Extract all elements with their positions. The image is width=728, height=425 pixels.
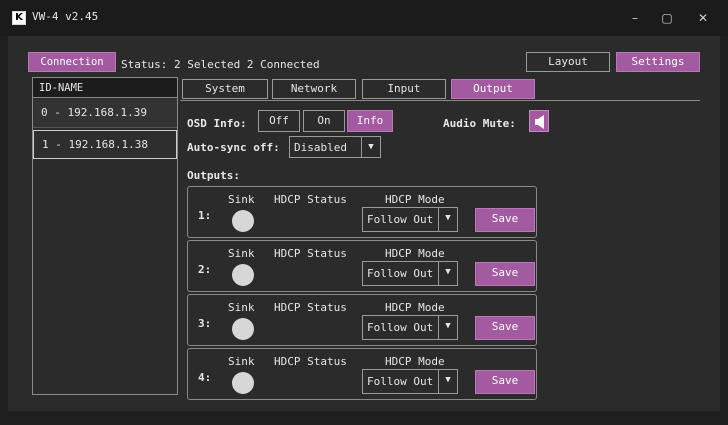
tab-input[interactable]: Input: [362, 79, 446, 99]
tab-divider: [180, 100, 700, 101]
chevron-down-icon: ▼: [438, 208, 457, 231]
device-list: ID-NAME 0 - 192.168.1.39 1 - 192.168.1.3…: [32, 77, 178, 395]
hdcp-mode-value: Follow Out: [367, 213, 434, 226]
hdcp-mode-header: HDCP Mode: [385, 193, 445, 206]
list-item-selected[interactable]: 1 - 192.168.1.38: [33, 130, 177, 159]
save-button[interactable]: Save: [475, 208, 535, 232]
sink-header: Sink: [228, 247, 255, 260]
output-row: Sink HDCP Status HDCP Mode 1: Follow Out…: [187, 186, 537, 238]
auto-sync-label: Auto-sync off:: [187, 141, 280, 154]
save-button[interactable]: Save: [475, 262, 535, 286]
title-bar: [0, 0, 728, 36]
close-button[interactable]: ✕: [688, 8, 718, 28]
list-header: ID-NAME: [33, 78, 177, 98]
hdcp-status-header: HDCP Status: [274, 247, 347, 260]
chevron-down-icon: ▼: [438, 370, 457, 393]
outputs-label: Outputs:: [187, 169, 240, 182]
output-number: 4:: [198, 371, 212, 384]
sink-header: Sink: [228, 193, 255, 206]
speaker-icon: [535, 115, 544, 129]
save-button[interactable]: Save: [475, 316, 535, 340]
minimize-button[interactable]: –: [620, 8, 650, 28]
auto-sync-value: Disabled: [294, 141, 347, 154]
output-row: Sink HDCP Status HDCP Mode 3: Follow Out…: [187, 294, 537, 346]
layout-button[interactable]: Layout: [526, 52, 610, 72]
sink-header: Sink: [228, 301, 255, 314]
hdcp-mode-select[interactable]: Follow Out ▼: [362, 315, 458, 340]
output-number: 2:: [198, 263, 212, 276]
sink-status-indicator: [232, 318, 254, 340]
sink-status-indicator: [232, 264, 254, 286]
hdcp-status-header: HDCP Status: [274, 355, 347, 368]
osd-on-button[interactable]: On: [303, 110, 345, 132]
hdcp-status-header: HDCP Status: [274, 193, 347, 206]
connection-status: Status: 2 Selected 2 Connected: [121, 58, 320, 71]
sink-status-indicator: [232, 372, 254, 394]
audio-mute-label: Audio Mute:: [443, 117, 516, 130]
hdcp-mode-select[interactable]: Follow Out ▼: [362, 369, 458, 394]
sink-status-indicator: [232, 210, 254, 232]
hdcp-mode-value: Follow Out: [367, 267, 434, 280]
list-item[interactable]: 0 - 192.168.1.39: [33, 99, 177, 128]
output-row: Sink HDCP Status HDCP Mode 2: Follow Out…: [187, 240, 537, 292]
hdcp-mode-header: HDCP Mode: [385, 301, 445, 314]
hdcp-mode-header: HDCP Mode: [385, 355, 445, 368]
hdcp-mode-value: Follow Out: [367, 321, 434, 334]
app-logo-icon: K: [12, 11, 26, 25]
tab-output[interactable]: Output: [451, 79, 535, 99]
chevron-down-icon: ▼: [361, 137, 380, 157]
osd-info-button[interactable]: Info: [347, 110, 393, 132]
hdcp-status-header: HDCP Status: [274, 301, 347, 314]
window-title: VW-4 v2.45: [32, 10, 99, 23]
output-number: 1:: [198, 209, 212, 222]
sink-header: Sink: [228, 355, 255, 368]
hdcp-mode-value: Follow Out: [367, 375, 434, 388]
osd-info-label: OSD Info:: [187, 117, 247, 130]
output-number: 3:: [198, 317, 212, 330]
output-row: Sink HDCP Status HDCP Mode 4: Follow Out…: [187, 348, 537, 400]
hdcp-mode-header: HDCP Mode: [385, 247, 445, 260]
chevron-down-icon: ▼: [438, 316, 457, 339]
audio-mute-button[interactable]: [529, 110, 549, 132]
maximize-button[interactable]: ▢: [652, 8, 682, 28]
auto-sync-select[interactable]: Disabled ▼: [289, 136, 381, 158]
osd-off-button[interactable]: Off: [258, 110, 300, 132]
save-button[interactable]: Save: [475, 370, 535, 394]
hdcp-mode-select[interactable]: Follow Out ▼: [362, 207, 458, 232]
tab-system[interactable]: System: [182, 79, 268, 99]
tab-network[interactable]: Network: [272, 79, 356, 99]
connection-button[interactable]: Connection: [28, 52, 116, 72]
settings-button[interactable]: Settings: [616, 52, 700, 72]
chevron-down-icon: ▼: [438, 262, 457, 285]
hdcp-mode-select[interactable]: Follow Out ▼: [362, 261, 458, 286]
